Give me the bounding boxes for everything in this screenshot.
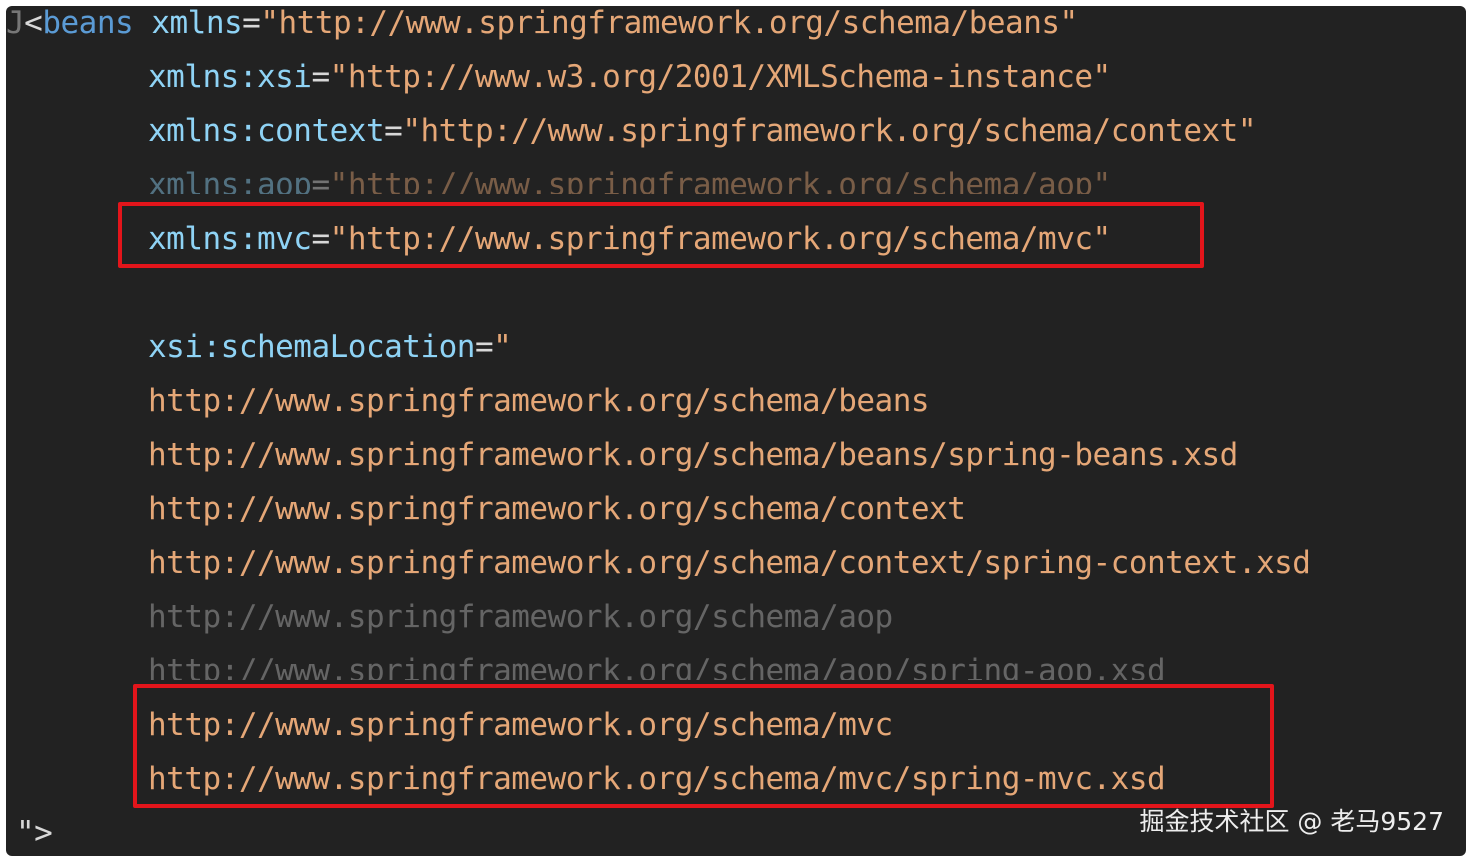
open-bracket: < [24, 6, 43, 41]
code-line-closing: "> [16, 806, 53, 856]
closing-quote-bracket: "> [16, 815, 53, 851]
code-line-xmlns-xsi: xmlns:xsi="http://www.w3.org/2001/XMLSch… [148, 50, 1111, 104]
schema-url: http://www.springframework.org/schema/co… [148, 545, 1311, 581]
code-line-beans-open: J<beans xmlns="http://www.springframewor… [6, 6, 1078, 50]
namespace-attr: xmlns:xsi [148, 59, 312, 95]
schema-url: http://www.springframework.org/schema/co… [148, 491, 966, 527]
code-line-schema-location: xsi:schemaLocation=" [148, 320, 512, 374]
highlight-box-mvc-namespace [118, 202, 1204, 268]
namespace-value: "http://www.springframework.org/schema/c… [402, 113, 1257, 149]
schema-location-attr: xsi:schemaLocation [148, 329, 475, 365]
watermark: 掘金技术社区 @ 老马9527 [1139, 807, 1444, 836]
tag-name: beans [42, 6, 134, 41]
schema-url-line: http://www.springframework.org/schema/co… [148, 536, 1311, 590]
namespace-attr: xmlns [151, 6, 243, 41]
namespace-attr: xmlns:context [148, 113, 385, 149]
namespace-value: "http://www.w3.org/2001/XMLSchema-instan… [329, 59, 1112, 95]
schema-url: http://www.springframework.org/schema/be… [148, 383, 930, 419]
namespace-attr: xmlns:aop [148, 167, 312, 203]
namespace-value: "http://www.springframework.org/schema/b… [260, 6, 1078, 41]
equals-sign: = [311, 59, 330, 95]
schema-location-open-quote: " [493, 329, 512, 365]
schema-url-line: http://www.springframework.org/schema/be… [148, 428, 1238, 482]
schema-url-line: http://www.springframework.org/schema/be… [148, 374, 930, 428]
equals-sign: = [384, 113, 403, 149]
schema-url-line: http://www.springframework.org/schema/co… [148, 482, 966, 536]
code-editor-panel: J<beans xmlns="http://www.springframewor… [6, 6, 1466, 856]
equals-sign: = [474, 329, 494, 365]
code-line-xmlns-context: xmlns:context="http://www.springframewor… [148, 104, 1257, 158]
gutter-mark: J [6, 6, 25, 41]
highlight-box-mvc-schema [133, 684, 1274, 808]
equals-sign: = [311, 167, 330, 203]
schema-url: http://www.springframework.org/schema/be… [148, 437, 1238, 473]
schema-url-line: http://www.springframework.org/schema/ao… [148, 590, 893, 644]
equals-sign: = [242, 6, 261, 41]
schema-url: http://www.springframework.org/schema/ao… [148, 599, 893, 635]
namespace-value: "http://www.springframework.org/schema/a… [329, 167, 1111, 203]
